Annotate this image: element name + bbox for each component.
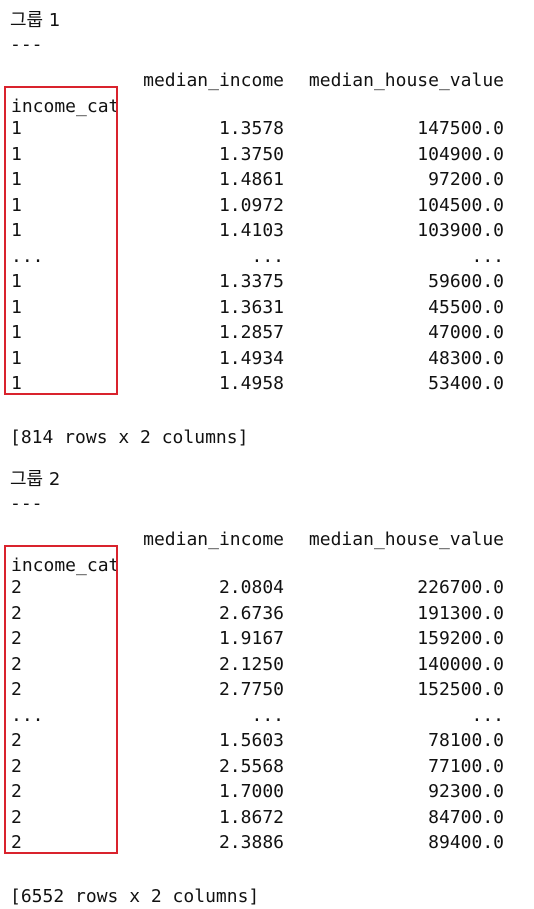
row-median-income: 1.0972 <box>218 194 284 216</box>
row-median-income: 1.3375 <box>218 271 284 292</box>
row-median-income: 1.9167 <box>218 628 284 649</box>
row-median-house-value: 226700.0 <box>417 577 504 598</box>
row-median-income: ... <box>251 704 284 726</box>
row-median-house-value: 140000.0 <box>417 653 504 675</box>
row-median-house-value: 104500.0 <box>417 194 504 216</box>
column-header-median-income: median_income <box>143 529 284 550</box>
row-median-income: 1.4958 <box>218 373 284 394</box>
row-median-house-value: 78100.0 <box>428 730 504 751</box>
row-median-house-value: 77100.0 <box>428 755 504 777</box>
dataframe-shape-summary: [6552 rows x 2 columns] <box>10 886 260 907</box>
row-median-income: 2.5568 <box>218 755 284 777</box>
row-median-income: 1.4861 <box>218 169 284 190</box>
row-median-income: 1.3631 <box>218 296 284 318</box>
index-column-highlight <box>4 86 118 395</box>
row-median-house-value: 53400.0 <box>428 373 504 394</box>
row-median-income: 1.8672 <box>218 806 284 828</box>
row-median-house-value: 45500.0 <box>428 296 504 318</box>
row-median-house-value: 159200.0 <box>417 628 504 649</box>
group-separator: --- <box>10 34 43 55</box>
column-header-median-house-value: median_house_value <box>308 70 504 91</box>
row-median-income: 1.4103 <box>218 220 284 241</box>
row-median-income: 1.4934 <box>218 347 284 369</box>
column-header-median-income: median_income <box>143 70 284 91</box>
row-median-house-value: 152500.0 <box>417 679 504 700</box>
group-title: 그룹 1 <box>10 10 61 31</box>
row-median-house-value: 84700.0 <box>428 806 504 828</box>
row-median-house-value: 89400.0 <box>428 832 504 853</box>
row-median-house-value: ... <box>471 245 504 267</box>
row-median-income: 2.7750 <box>218 679 284 700</box>
row-median-house-value: 104900.0 <box>417 143 504 165</box>
row-median-income: 1.2857 <box>218 322 284 343</box>
row-median-house-value: ... <box>471 704 504 726</box>
group-title: 그룹 2 <box>10 469 61 490</box>
row-median-house-value: 47000.0 <box>428 322 504 343</box>
group-separator: --- <box>10 493 43 514</box>
row-median-house-value: 97200.0 <box>428 169 504 190</box>
row-median-house-value: 59600.0 <box>428 271 504 292</box>
row-median-income: 2.0804 <box>218 577 284 598</box>
column-header-median-house-value: median_house_value <box>308 529 504 550</box>
dataframe-shape-summary: [814 rows x 2 columns] <box>10 427 249 448</box>
index-column-highlight <box>4 545 118 854</box>
row-median-house-value: 147500.0 <box>417 118 504 139</box>
row-median-house-value: 48300.0 <box>428 347 504 369</box>
row-median-income: 1.7000 <box>218 781 284 802</box>
row-median-income: ... <box>251 245 284 267</box>
row-median-house-value: 191300.0 <box>417 602 504 624</box>
row-median-income: 1.5603 <box>218 730 284 751</box>
row-median-income: 2.1250 <box>218 653 284 675</box>
row-median-income: 1.3578 <box>218 118 284 139</box>
row-median-income: 2.6736 <box>218 602 284 624</box>
row-median-income: 2.3886 <box>218 832 284 853</box>
row-median-house-value: 92300.0 <box>428 781 504 802</box>
row-median-house-value: 103900.0 <box>417 220 504 241</box>
row-median-income: 1.3750 <box>218 143 284 165</box>
